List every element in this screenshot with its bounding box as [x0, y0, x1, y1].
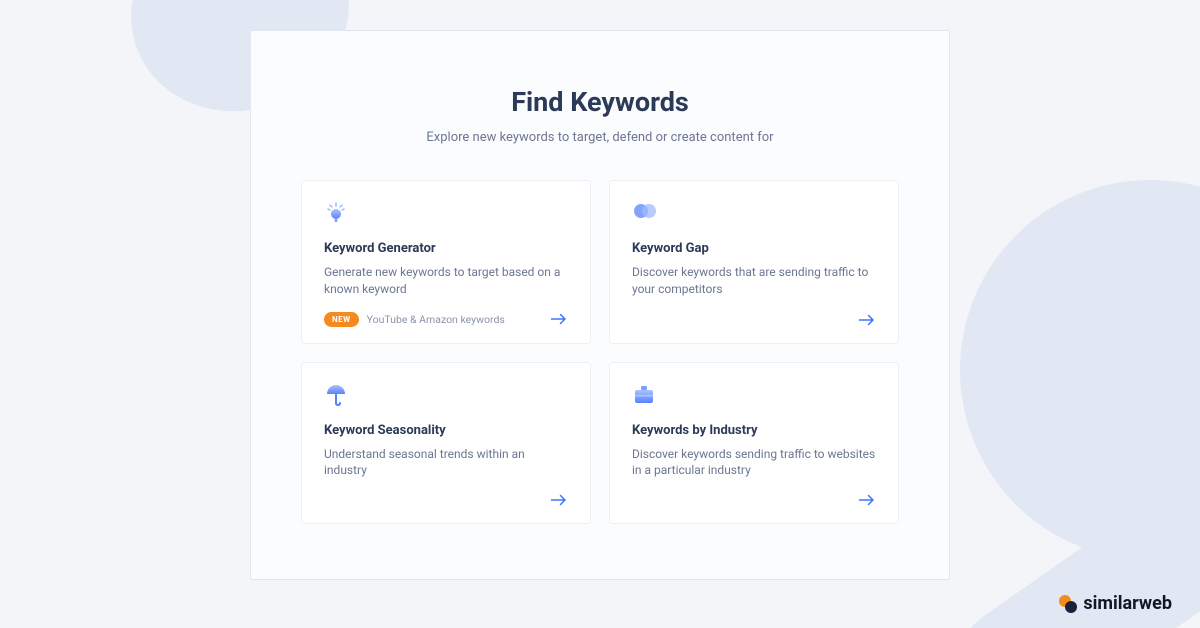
briefcase-icon [632, 383, 876, 409]
brand-text: similarweb [1083, 593, 1172, 614]
main-panel: Find Keywords Explore new keywords to ta… [250, 30, 950, 580]
page-subtitle: Explore new keywords to target, defend o… [301, 130, 899, 145]
lightbulb-icon [324, 201, 568, 227]
card-footer: NEW YouTube & Amazon keywords [324, 298, 568, 327]
page-title: Find Keywords [301, 86, 899, 118]
card-description: Discover keywords sending traffic to web… [632, 446, 876, 480]
arrow-right-icon[interactable] [550, 312, 568, 326]
cards-grid: Keyword Generator Generate new keywords … [301, 180, 899, 524]
card-keyword-seasonality[interactable]: Keyword Seasonality Understand seasonal … [301, 362, 591, 525]
card-title: Keywords by Industry [632, 423, 876, 438]
arrow-right-icon[interactable] [550, 493, 568, 507]
card-description: Understand seasonal trends within an ind… [324, 446, 568, 480]
card-description: Generate new keywords to target based on… [324, 264, 568, 298]
brand-mark-icon [1059, 595, 1077, 613]
brand-logo: similarweb [1059, 593, 1172, 614]
card-title: Keyword Gap [632, 241, 876, 256]
badge-row: NEW YouTube & Amazon keywords [324, 312, 505, 327]
card-title: Keyword Generator [324, 241, 568, 256]
card-keyword-gap[interactable]: Keyword Gap Discover keywords that are s… [609, 180, 899, 344]
card-keywords-by-industry[interactable]: Keywords by Industry Discover keywords s… [609, 362, 899, 525]
arrow-right-icon[interactable] [858, 493, 876, 507]
umbrella-icon [324, 383, 568, 409]
card-keyword-generator[interactable]: Keyword Generator Generate new keywords … [301, 180, 591, 344]
overlap-circles-icon [632, 201, 876, 227]
new-badge: NEW [324, 312, 359, 327]
card-footer [632, 299, 876, 327]
card-description: Discover keywords that are sending traff… [632, 264, 876, 298]
badge-text: YouTube & Amazon keywords [367, 313, 505, 326]
card-footer [632, 479, 876, 507]
card-footer [324, 479, 568, 507]
card-title: Keyword Seasonality [324, 423, 568, 438]
arrow-right-icon[interactable] [858, 313, 876, 327]
